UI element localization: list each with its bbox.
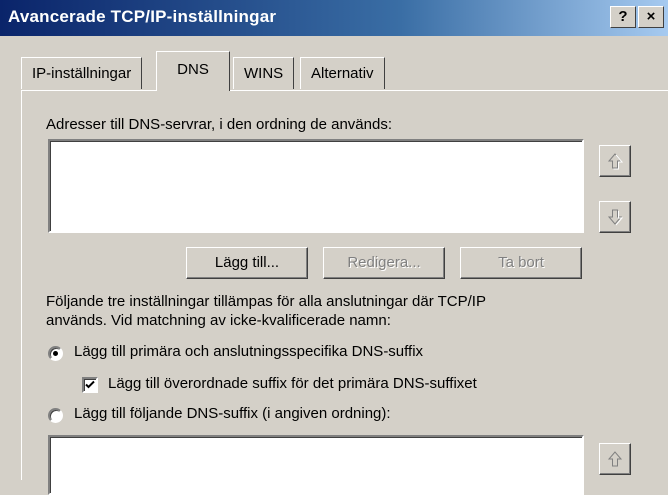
add-button[interactable]: Lägg till... [186, 247, 308, 279]
move-down-button[interactable] [599, 201, 631, 233]
radio-selected-dot [53, 351, 58, 356]
tab-wins[interactable]: WINS [233, 57, 295, 89]
arrow-down-icon [607, 209, 623, 226]
edit-button[interactable]: Redigera... [323, 247, 445, 279]
check-icon [85, 380, 95, 389]
radio-following-suffix[interactable] [48, 408, 63, 423]
checkbox-parent-suffix-label[interactable]: Lägg till överordnade suffix för det pri… [108, 375, 477, 392]
tab-label: WINS [244, 65, 284, 82]
arrow-up-icon [607, 153, 623, 170]
tab-label: IP-inställningar [32, 65, 132, 82]
dns-servers-label: Adresser till DNS-servrar, i den ordning… [46, 116, 392, 133]
tab-label: DNS [177, 61, 209, 78]
window-title: Avancerade TCP/IP-inställningar [8, 7, 277, 26]
help-button[interactable]: ? [610, 6, 636, 28]
close-button[interactable]: × [638, 6, 664, 28]
radio-following-suffix-label[interactable]: Lägg till följande DNS-suffix (i angiven… [74, 405, 391, 422]
dialog-body: IP-inställningar DNS WINS Alternativ Adr… [0, 36, 668, 495]
tab-ip-settings[interactable]: IP-inställningar [21, 57, 143, 89]
dns-suffix-list[interactable] [48, 435, 584, 495]
suffix-move-up-button[interactable] [599, 443, 631, 475]
dns-tab-panel: Adresser till DNS-servrar, i den ordning… [21, 90, 668, 495]
tab-dns[interactable]: DNS [156, 51, 230, 91]
radio-primary-suffix-label[interactable]: Lägg till primära och anslutningsspecifi… [74, 343, 423, 360]
arrow-up-icon [607, 451, 623, 467]
dns-description-line2: används. Vid matchning av icke-kvalifice… [46, 312, 391, 329]
tab-alternatives[interactable]: Alternativ [300, 57, 385, 89]
dns-servers-list[interactable] [48, 139, 584, 233]
checkbox-parent-suffix[interactable] [82, 377, 98, 393]
dns-description-line1: Följande tre inställningar tillämpas för… [46, 293, 486, 310]
tab-label: Alternativ [311, 65, 374, 82]
remove-button[interactable]: Ta bort [460, 247, 582, 279]
move-up-button[interactable] [599, 145, 631, 177]
radio-primary-suffix[interactable] [48, 346, 63, 361]
title-bar: Avancerade TCP/IP-inställningar ? × [0, 0, 668, 36]
